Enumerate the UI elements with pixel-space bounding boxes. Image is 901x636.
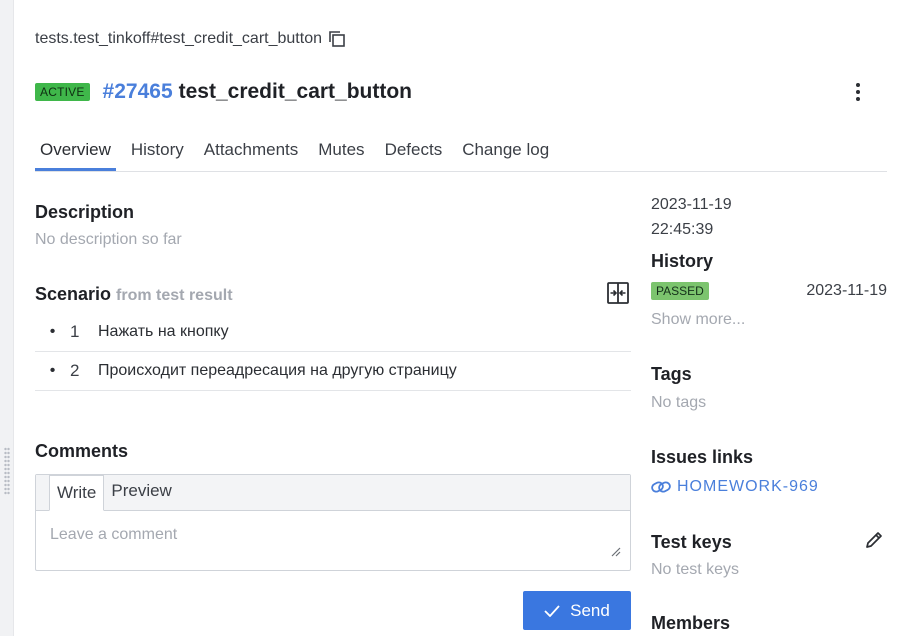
tab-write[interactable]: Write [49,475,105,511]
breadcrumb-path: tests.test_tinkoff#test_credit_cart_butt… [35,30,322,47]
scenario-step: • 1 Нажать на кнопку [35,313,631,352]
description-empty-text: No description so far [35,231,182,248]
scenario-source: from test result [116,287,233,304]
tab-mutes[interactable]: Mutes [313,136,369,171]
tab-preview[interactable]: Preview [104,474,178,510]
page-title: test_credit_cart_button [178,80,413,103]
scenario-heading: Scenario from test result [35,284,233,305]
tab-change-log[interactable]: Change log [457,136,554,171]
step-text: Происходит переадресация на другую стран… [98,362,457,379]
created-date: 2023-11-19 [651,196,732,213]
scenario-steps: • 1 Нажать на кнопку • 2 Происходит пере… [35,313,631,391]
breadcrumb: tests.test_tinkoff#test_credit_cart_butt… [35,30,346,48]
comment-input[interactable] [36,511,630,570]
send-button[interactable]: Send [523,591,631,630]
step-number: 1 [70,322,80,341]
passed-badge: PASSED [651,282,709,300]
test-keys-heading: Test keys [651,532,732,552]
history-entry[interactable]: PASSED 2023-11-19 [651,282,887,300]
members-heading: Members [651,613,731,633]
tab-attachments[interactable]: Attachments [199,136,304,171]
tab-defects[interactable]: Defects [380,136,448,171]
send-label: Send [570,600,610,620]
tags-heading: Tags [651,364,692,384]
test-case-header: ACTIVE #27465 test_credit_cart_button [35,78,887,106]
tags-empty-text: No tags [651,394,707,411]
step-number: 2 [70,361,80,380]
issue-link[interactable]: HOMEWORK-969 [651,478,819,496]
panel-resize-handle[interactable] [4,447,10,495]
more-vertical-icon[interactable] [849,82,867,102]
comments-heading: Comments [35,441,129,461]
show-more-link[interactable]: Show more... [651,311,745,329]
check-icon [544,604,560,617]
step-text: Нажать на кнопку [98,323,229,340]
history-heading: History [651,251,714,271]
left-panel-strip [0,0,14,636]
tab-history[interactable]: History [126,136,189,171]
tab-overview[interactable]: Overview [35,136,116,171]
status-badge: ACTIVE [35,83,90,101]
scenario-step: • 2 Происходит переадресация на другую с… [35,352,631,391]
link-icon [651,481,671,493]
description-heading: Description [35,202,135,222]
issue-key: HOMEWORK-969 [677,478,819,495]
created-time: 22:45:39 [651,221,714,238]
test-keys-empty-text: No test keys [651,561,740,578]
scenario-title: Scenario [35,284,112,304]
copy-icon[interactable] [328,30,346,48]
split-view-icon[interactable] [606,281,630,305]
pencil-icon[interactable] [864,530,884,550]
test-case-id: #27465 [102,80,173,103]
tab-bar: Overview History Attachments Mutes Defec… [35,136,887,172]
editor-tabs: Write Preview [36,475,630,511]
created-datetime: 2023-11-19 22:45:39 [651,192,887,242]
resize-grip-icon[interactable] [611,544,621,557]
step-bullet: • [49,323,56,340]
step-bullet: • [49,362,56,379]
history-date: 2023-11-19 [806,282,887,299]
comment-editor: Write Preview [35,474,631,571]
issues-links-heading: Issues links [651,447,754,467]
